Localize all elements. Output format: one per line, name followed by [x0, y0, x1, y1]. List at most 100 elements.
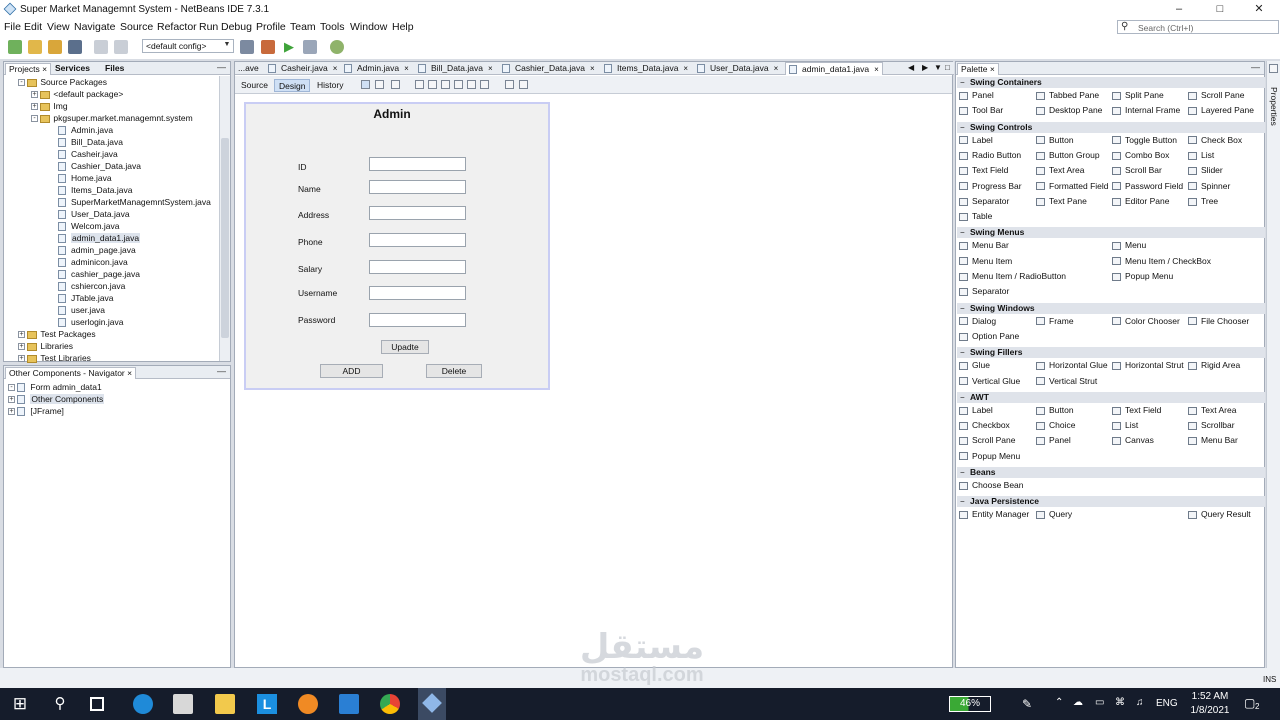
- scroll-tabs-left-icon[interactable]: ◀: [905, 62, 917, 75]
- palette-item[interactable]: Tree: [1188, 196, 1218, 206]
- editor-tab[interactable]: Items_Data.java ×: [601, 62, 691, 75]
- notifications-icon[interactable]: ▢: [1244, 696, 1255, 710]
- close-button[interactable]: ✕: [1236, 0, 1280, 19]
- minimize-panel-button[interactable]: —: [217, 62, 226, 72]
- collapse-icon[interactable]: −: [960, 347, 965, 358]
- tree-file[interactable]: Items_Data.java: [58, 184, 132, 196]
- palette-item[interactable]: Menu Bar: [1188, 435, 1238, 445]
- label-password[interactable]: Password: [298, 315, 335, 325]
- tree-node-test-libraries[interactable]: + Test Libraries: [18, 352, 91, 364]
- menu-window[interactable]: Window: [350, 21, 387, 33]
- language-indicator[interactable]: ENG: [1156, 698, 1178, 709]
- palette-item[interactable]: Scroll Pane: [1188, 90, 1244, 100]
- palette-item[interactable]: Radio Button: [959, 150, 1021, 160]
- tree-node-source-packages[interactable]: - Source Packages: [18, 76, 107, 88]
- tree-node-default-package[interactable]: + <default package>: [31, 88, 123, 100]
- menu-source[interactable]: Source: [120, 21, 153, 33]
- palette-section-header[interactable]: − Swing Windows: [957, 302, 1265, 314]
- mode-source-button[interactable]: Source: [237, 79, 272, 92]
- redo-icon[interactable]: [114, 40, 128, 54]
- palette-item[interactable]: Vertical Strut: [1036, 376, 1097, 386]
- pen-icon[interactable]: ✎: [1022, 697, 1032, 711]
- palette-item[interactable]: Panel: [959, 90, 994, 100]
- close-icon[interactable]: ×: [488, 64, 493, 73]
- tree-node-main-package[interactable]: - pkgsuper.market.managemnt.system: [31, 112, 193, 124]
- palette-item[interactable]: Progress Bar: [959, 181, 1022, 191]
- collapse-icon[interactable]: −: [960, 122, 965, 133]
- palette-item[interactable]: Split Pane: [1112, 90, 1164, 100]
- jframe-design-form[interactable]: Admin ID Name Address Phone Salary Usern…: [244, 102, 550, 390]
- close-icon[interactable]: ×: [874, 65, 879, 74]
- menu-refactor[interactable]: Refactor: [157, 21, 197, 33]
- password-field[interactable]: [369, 313, 466, 327]
- debug-icon[interactable]: [303, 40, 317, 54]
- tab-services[interactable]: Services: [52, 63, 93, 75]
- delete-button[interactable]: Delete: [426, 364, 482, 378]
- tree-file[interactable]: cashier_page.java: [58, 268, 140, 280]
- collapse-icon[interactable]: −: [960, 496, 965, 507]
- search-input[interactable]: ⚲ Search (Ctrl+I): [1117, 20, 1279, 34]
- mail-icon[interactable]: [339, 694, 359, 714]
- menu-file[interactable]: File: [4, 21, 21, 33]
- store-icon[interactable]: [173, 694, 193, 714]
- palette-item[interactable]: Menu Item / CheckBox: [1112, 256, 1211, 266]
- palette-item[interactable]: Formatted Field: [1036, 181, 1109, 191]
- palette-item[interactable]: Color Chooser: [1112, 316, 1180, 326]
- battery-icon[interactable]: ▭: [1095, 697, 1104, 708]
- name-field[interactable]: [369, 180, 466, 194]
- palette-item[interactable]: Text Field: [959, 165, 1008, 175]
- palette-section-header[interactable]: − AWT: [957, 391, 1265, 403]
- palette-item[interactable]: Horizontal Strut: [1112, 360, 1184, 370]
- battery-indicator[interactable]: 46%: [949, 696, 991, 712]
- palette-item[interactable]: Combo Box: [1112, 150, 1169, 160]
- align-bottom-icon[interactable]: [467, 80, 476, 89]
- palette-item[interactable]: Frame: [1036, 316, 1074, 326]
- phone-field[interactable]: [369, 233, 466, 247]
- center-vertically-icon[interactable]: [480, 80, 489, 89]
- tree-file[interactable]: Cashier_Data.java: [58, 160, 141, 172]
- palette-item[interactable]: Menu Bar: [959, 240, 1009, 250]
- file-explorer-icon[interactable]: [215, 694, 235, 714]
- netbeans-taskbar-active[interactable]: [418, 688, 446, 720]
- clock-date[interactable]: 1/8/2021: [1188, 705, 1232, 716]
- tree-file[interactable]: SuperMarketManagemntSystem.java: [58, 196, 211, 208]
- palette-item[interactable]: Scroll Pane: [959, 435, 1015, 445]
- start-windows-icon[interactable]: ⊞: [10, 694, 30, 714]
- label-name[interactable]: Name: [298, 184, 321, 194]
- palette-section-header[interactable]: − Swing Containers: [957, 77, 1265, 88]
- palette-item[interactable]: Query Result: [1188, 509, 1251, 519]
- tab-navigator[interactable]: Other Components - Navigator ×: [5, 367, 137, 379]
- palette-item[interactable]: Option Pane: [959, 331, 1019, 341]
- clean-build-icon[interactable]: [261, 40, 275, 54]
- palette-section-header[interactable]: − Java Persistence: [957, 496, 1265, 508]
- palette-item[interactable]: Rigid Area: [1188, 360, 1240, 370]
- palette-item[interactable]: Button: [1036, 135, 1074, 145]
- nav-node-other-components[interactable]: + Other Components: [8, 393, 105, 405]
- palette-section-header[interactable]: − Swing Controls: [957, 121, 1265, 133]
- editor-tab[interactable]: User_Data.java ×: [694, 62, 781, 75]
- palette-item[interactable]: Label: [959, 135, 993, 145]
- palette-section-header[interactable]: − Swing Menus: [957, 227, 1265, 239]
- palette-item[interactable]: Editor Pane: [1112, 196, 1169, 206]
- palette-item[interactable]: Text Area: [1036, 165, 1084, 175]
- editor-tab[interactable]: Admin.java ×: [341, 62, 412, 75]
- tree-file-selected[interactable]: admin_data1.java: [58, 232, 141, 244]
- mode-design-button[interactable]: Design: [274, 79, 311, 92]
- collapse-icon[interactable]: −: [960, 227, 965, 238]
- editor-tab[interactable]: Bill_Data.java ×: [415, 62, 496, 75]
- menu-view[interactable]: View: [47, 21, 70, 33]
- align-right-icon[interactable]: [428, 80, 437, 89]
- close-icon[interactable]: ×: [333, 64, 338, 73]
- cloud-icon[interactable]: ☁: [1073, 697, 1083, 708]
- palette-section-header[interactable]: − Beans: [957, 467, 1265, 478]
- palette-section-header[interactable]: − Swing Fillers: [957, 347, 1265, 359]
- palette-item[interactable]: Text Area: [1188, 405, 1236, 415]
- palette-item[interactable]: Button: [1036, 405, 1074, 415]
- palette-item[interactable]: Vertical Glue: [959, 376, 1020, 386]
- close-icon[interactable]: ×: [404, 64, 409, 73]
- align-top-icon[interactable]: [454, 80, 463, 89]
- collapse-icon[interactable]: −: [960, 392, 965, 403]
- tree-file[interactable]: Welcom.java: [58, 220, 120, 232]
- open-project-icon[interactable]: [48, 40, 62, 54]
- scrollbar-thumb[interactable]: [221, 138, 229, 338]
